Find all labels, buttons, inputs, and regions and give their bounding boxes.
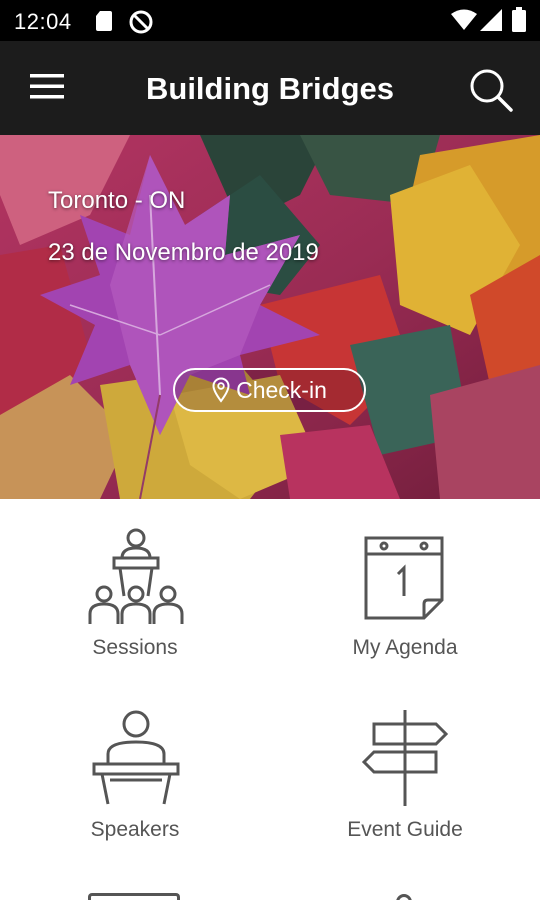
signal-icon <box>480 9 502 31</box>
checkin-label: Check-in <box>236 376 327 403</box>
sd-card-icon <box>96 11 112 31</box>
speaker-podium-icon <box>92 710 180 805</box>
event-location: Toronto - ON <box>48 187 186 214</box>
location-pin-icon <box>212 377 230 403</box>
sessions-label: Sessions <box>92 636 178 659</box>
my-agenda-label: My Agenda <box>352 636 458 659</box>
event-guide-label: Event Guide <box>347 818 463 841</box>
search-button[interactable] <box>468 68 514 112</box>
menu-tile-my-agenda[interactable]: My Agenda <box>270 510 540 690</box>
checkin-button[interactable]: Check-in <box>173 368 366 412</box>
battery-icon <box>512 7 526 32</box>
speakers-label: Speakers <box>90 818 180 841</box>
menu-tile-next-left[interactable] <box>88 893 184 900</box>
menu-tile-next-right[interactable] <box>396 894 412 900</box>
app-bar: Building Bridges <box>0 41 540 135</box>
signpost-icon <box>361 710 449 806</box>
hero-banner: Toronto - ON 23 de Novembro de 2019 Chec… <box>0 135 540 499</box>
status-bar: 12:04 <box>0 0 540 41</box>
wifi-icon <box>451 9 477 30</box>
menu-tile-sessions[interactable]: Sessions <box>0 510 270 690</box>
audience-podium-icon <box>88 528 184 624</box>
status-time: 12:04 <box>14 9 72 34</box>
event-date: 23 de Novembro de 2019 <box>48 239 319 266</box>
do-not-disturb-icon <box>129 10 153 34</box>
calendar-icon <box>364 536 444 620</box>
app-title: Building Bridges <box>146 71 394 106</box>
menu-tile-speakers[interactable]: Speakers <box>0 692 270 872</box>
search-icon <box>470 69 513 112</box>
menu-tile-event-guide[interactable]: Event Guide <box>270 692 540 872</box>
